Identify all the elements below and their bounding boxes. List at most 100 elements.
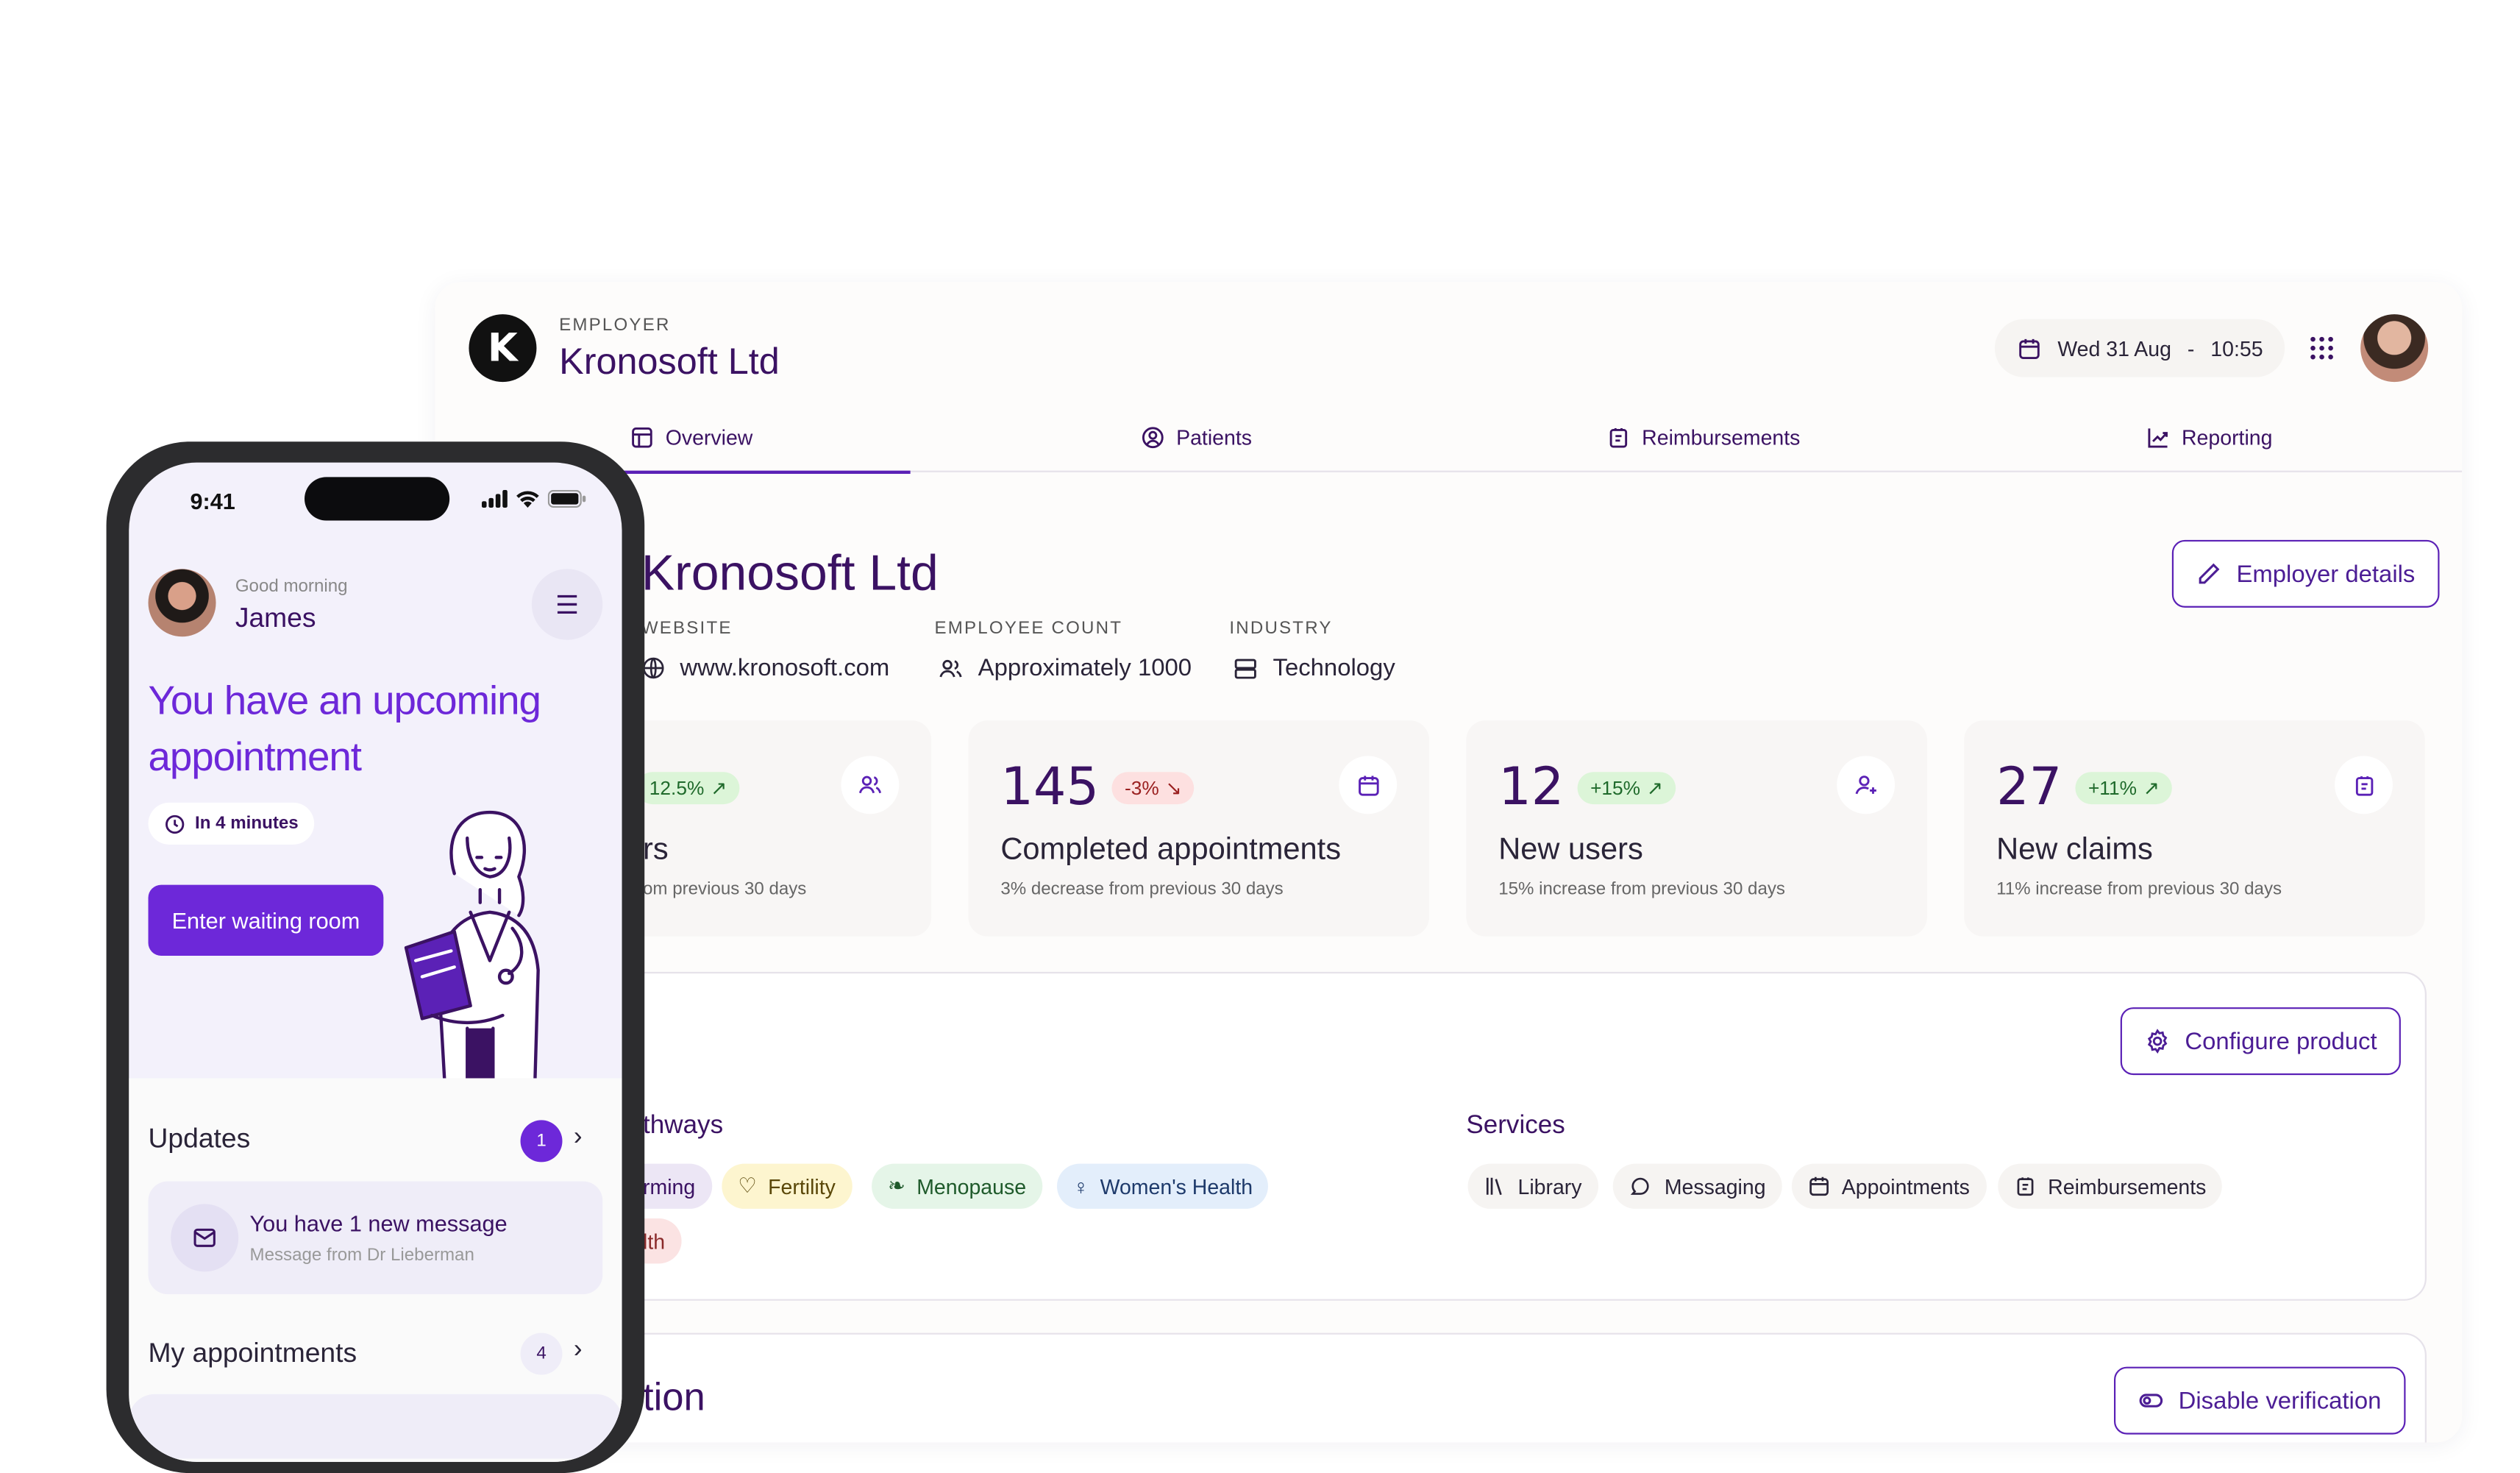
- stat-card-new-users[interactable]: 12 +15% ↗ New users 15% increase from pre…: [1466, 720, 1927, 937]
- tab-overview[interactable]: Overview: [585, 401, 912, 475]
- product-section: Configure product thways rming ♡ Fertilit…: [499, 971, 2427, 1301]
- chevron-right-icon[interactable]: ›: [574, 1336, 583, 1365]
- configure-product-button[interactable]: Configure product: [2120, 1007, 2402, 1076]
- stat-change-badge: -3% ↘: [1111, 772, 1195, 805]
- tab-reporting[interactable]: Reporting: [2146, 401, 2272, 472]
- header-time: 10:55: [2210, 336, 2263, 361]
- date-time-chip[interactable]: Wed 31 Aug - 10:55: [1994, 319, 2286, 377]
- services-title: Services: [1466, 1112, 1565, 1140]
- greeting: Good morning: [235, 577, 348, 597]
- arrow-up-right-icon: ↗: [2143, 776, 2160, 800]
- pathway-label: rming: [643, 1174, 696, 1199]
- verification-title: tion: [643, 1376, 705, 1420]
- stat-value: 12: [1498, 756, 1565, 817]
- stat-subtitle: om previous 30 days: [643, 880, 807, 900]
- stat-title: Completed appointments: [1000, 833, 1342, 867]
- gear-icon: [2147, 1029, 2168, 1054]
- stat-title: New users: [1498, 833, 1643, 867]
- updates-title: Updates: [148, 1123, 251, 1154]
- avatar[interactable]: [148, 569, 216, 637]
- user-circle-icon: [1142, 426, 1164, 448]
- employee-count-value: Approximately 1000: [938, 654, 1192, 682]
- website-value[interactable]: www.kronosoft.com: [641, 654, 889, 682]
- mail-icon: [171, 1204, 239, 1272]
- calendar-icon: [2019, 338, 2040, 358]
- stat-title: New claims: [1996, 833, 2153, 867]
- phone-screen: 9:41 Good morning James You have an upco…: [129, 462, 622, 1462]
- stat-value: 145: [1000, 756, 1100, 817]
- calendar-icon: [1809, 1176, 1829, 1196]
- employer-dashboard: K EMPLOYER Kronosoft Ltd Wed 31 Aug - 10…: [435, 282, 2463, 1443]
- apps-grid-icon[interactable]: [2293, 319, 2351, 377]
- toggle-icon: [2139, 1394, 2163, 1408]
- stat-change-badge: +11% ↗: [2075, 772, 2173, 805]
- header-separator: -: [2187, 336, 2195, 361]
- headline-line-2: appointment: [148, 734, 362, 781]
- industry-label: INDUSTRY: [1229, 619, 1333, 639]
- time-until-text: In 4 minutes: [195, 814, 299, 834]
- arrow-up-right-icon: ↗: [711, 776, 727, 800]
- service-label: Reimbursements: [2048, 1174, 2207, 1199]
- updates-count-badge: 1: [520, 1120, 563, 1163]
- appointment-headline: You have an upcoming appointment: [149, 674, 599, 787]
- employer-details-button[interactable]: Employer details: [2171, 539, 2440, 608]
- layout-icon: [632, 426, 652, 447]
- service-chip-messaging[interactable]: Messaging: [1612, 1163, 1782, 1209]
- library-icon: [1486, 1177, 1502, 1196]
- receipt-icon: [1609, 427, 1628, 447]
- message-icon: [1630, 1176, 1649, 1194]
- service-chip-library[interactable]: Library: [1467, 1163, 1598, 1209]
- pathway-chip-womens-health[interactable]: ♀ Women's Health: [1056, 1163, 1270, 1209]
- tab-reimbursements-label: Reimbursements: [1642, 425, 1801, 450]
- pathway-label: Women's Health: [1100, 1174, 1253, 1199]
- tab-overview-label: Overview: [665, 425, 753, 450]
- globe-icon: [642, 657, 664, 679]
- employee-count-label: EMPLOYEE COUNT: [934, 619, 1123, 639]
- main-tabs: Overview Patients Reimbursements Reporti…: [435, 401, 2463, 475]
- website-label: WEBSITE: [641, 619, 733, 639]
- arrow-up-right-icon: ↗: [1646, 776, 1663, 800]
- stat-change: +15%: [1590, 776, 1641, 800]
- user-avatar[interactable]: [2360, 314, 2429, 383]
- enter-waiting-room-button[interactable]: Enter waiting room: [148, 884, 384, 956]
- status-icons: [481, 489, 586, 508]
- disable-verification-label: Disable verification: [2178, 1386, 2382, 1415]
- menu-icon[interactable]: [531, 569, 603, 640]
- pathway-chip-fertility[interactable]: ♡ Fertility: [722, 1163, 852, 1209]
- doctor-illustration: [404, 810, 540, 1084]
- venus-icon: ♀: [1072, 1174, 1089, 1199]
- stat-card-completed-appointments[interactable]: 145 -3% ↘ Completed appointments 3% decre…: [968, 720, 1430, 937]
- service-chip-reimbursements[interactable]: Reimbursements: [1998, 1163, 2223, 1209]
- stat-change-badge: 12.5% ↗: [636, 772, 740, 805]
- pathway-chip-menopause[interactable]: ❧ Menopause: [872, 1163, 1042, 1209]
- tab-patients[interactable]: Patients: [1141, 401, 1252, 472]
- service-chip-appointments[interactable]: Appointments: [1791, 1163, 1986, 1209]
- mobile-phone-mockup: 9:41 Good morning James You have an upco…: [106, 441, 645, 1473]
- users-icon: [841, 756, 900, 814]
- message-title: You have 1 new message: [249, 1210, 508, 1237]
- stat-change: +11%: [2087, 776, 2137, 800]
- service-label: Appointments: [1841, 1174, 1970, 1199]
- chevron-right-icon[interactable]: ›: [574, 1124, 583, 1152]
- heart-icon: ♡: [738, 1173, 757, 1198]
- server-icon: [1234, 658, 1256, 678]
- tab-patients-label: Patients: [1176, 425, 1253, 450]
- user-name: James: [235, 603, 316, 633]
- arrow-down-right-icon: ↘: [1165, 776, 1182, 800]
- battery-icon: [547, 489, 586, 508]
- verification-section: tion Disable verification: [499, 1332, 2427, 1443]
- my-appointments-title: My appointments: [148, 1338, 357, 1369]
- receipt-icon: [2017, 1177, 2034, 1196]
- calendar-icon: [1339, 756, 1398, 814]
- message-card[interactable]: You have 1 new message Message from Dr L…: [148, 1181, 603, 1295]
- employee-count-text: Approximately 1000: [978, 654, 1192, 682]
- disable-verification-button[interactable]: Disable verification: [2113, 1366, 2406, 1435]
- appointment-card-peek[interactable]: [129, 1394, 622, 1459]
- tab-reimbursements[interactable]: Reimbursements: [1606, 401, 1800, 472]
- user-plus-icon: [1837, 756, 1896, 814]
- leaf-icon: ❧: [887, 1173, 905, 1198]
- clock-icon: [165, 814, 185, 834]
- stat-subtitle: 15% increase from previous 30 days: [1498, 880, 1785, 900]
- stat-card-new-claims[interactable]: 27 +11% ↗ New claims 11% increase from pr…: [1964, 720, 2425, 937]
- message-subtitle: Message from Dr Lieberman: [249, 1246, 474, 1266]
